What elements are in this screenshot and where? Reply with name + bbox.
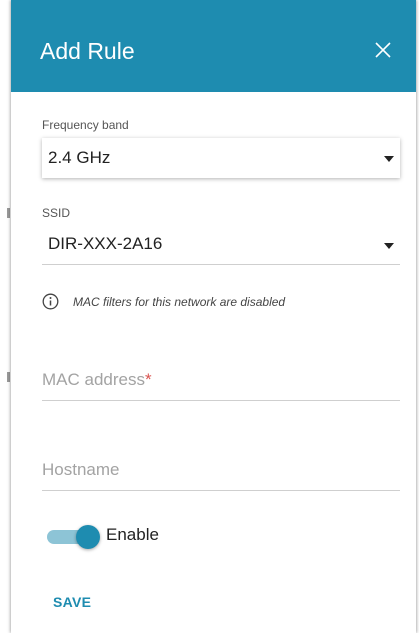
dialog-title: Add Rule bbox=[40, 38, 135, 64]
ssid-value: DIR-XXX-2A16 bbox=[48, 234, 163, 253]
background-page-edge bbox=[0, 0, 11, 633]
frequency-band-select[interactable]: 2.4 GHz bbox=[42, 138, 400, 178]
toggle-thumb bbox=[76, 525, 100, 549]
mac-address-field[interactable]: MAC address* bbox=[42, 364, 400, 401]
mac-filter-info: MAC filters for this network are disable… bbox=[42, 293, 402, 311]
frequency-band-label: Frequency band bbox=[42, 118, 129, 132]
frequency-band-value: 2.4 GHz bbox=[48, 148, 111, 167]
add-rule-dialog: Add Rule Frequency band 2.4 GHz SSID DIR… bbox=[11, 0, 416, 633]
save-button[interactable]: SAVE bbox=[53, 594, 91, 610]
info-icon bbox=[42, 293, 59, 310]
enable-label: Enable bbox=[106, 525, 159, 544]
info-text: MAC filters for this network are disable… bbox=[73, 295, 286, 309]
background-divider-mark bbox=[7, 208, 10, 218]
background-divider-mark bbox=[7, 372, 10, 382]
close-icon bbox=[375, 42, 391, 58]
chevron-down-icon bbox=[384, 156, 394, 162]
hostname-field[interactable]: Hostname bbox=[42, 454, 400, 491]
required-marker: * bbox=[144, 370, 152, 389]
close-button[interactable] bbox=[371, 38, 395, 62]
dialog-header: Add Rule bbox=[11, 0, 416, 92]
mac-address-placeholder: MAC address* bbox=[42, 370, 152, 389]
chevron-down-icon bbox=[384, 243, 394, 249]
ssid-select[interactable]: DIR-XXX-2A16 bbox=[42, 226, 400, 265]
ssid-label: SSID bbox=[42, 206, 71, 220]
hostname-placeholder: Hostname bbox=[42, 460, 120, 479]
enable-toggle[interactable] bbox=[47, 524, 105, 550]
